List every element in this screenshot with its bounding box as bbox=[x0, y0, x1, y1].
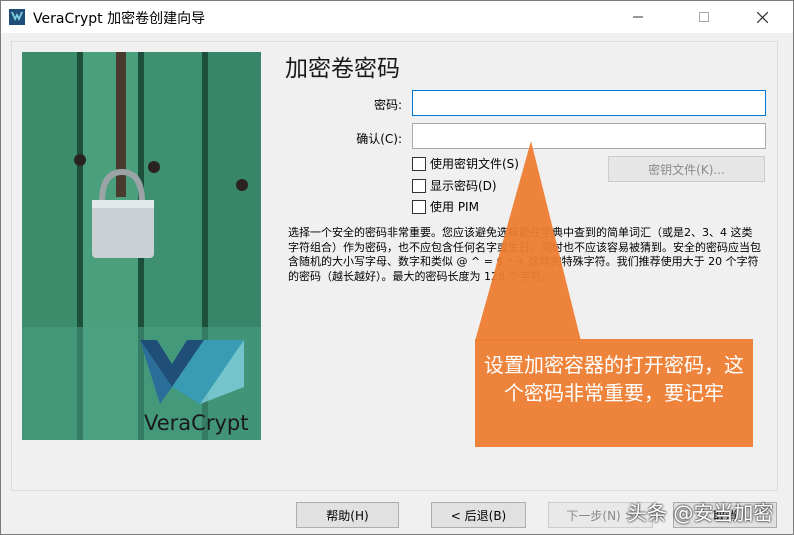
page-title: 加密卷密码 bbox=[285, 56, 400, 82]
veracrypt-logo-text: VeraCrypt bbox=[144, 411, 248, 435]
maximize-button[interactable] bbox=[681, 1, 727, 33]
keyfiles-button[interactable]: 密钥文件(K)... bbox=[608, 156, 765, 182]
maximize-icon bbox=[699, 12, 709, 22]
show-password-label: 显示密码(D) bbox=[430, 179, 497, 193]
wizard-side-image: VeraCrypt bbox=[22, 52, 261, 440]
watermark: 头条 @安当加密 bbox=[627, 501, 774, 525]
title-bar[interactable]: VeraCrypt 加密卷创建向导 bbox=[1, 1, 793, 33]
show-password-checkbox[interactable] bbox=[412, 178, 426, 193]
help-button[interactable]: 帮助(H) bbox=[296, 502, 399, 528]
close-icon bbox=[756, 11, 768, 23]
wizard-window: VeraCrypt 加密卷创建向导 VeraCrypt 加密卷密码 密码: 确认… bbox=[0, 0, 794, 535]
confirm-password-input[interactable] bbox=[412, 123, 766, 149]
use-pim-checkbox[interactable] bbox=[412, 199, 426, 214]
use-keyfiles-checkbox[interactable] bbox=[412, 156, 426, 171]
password-input[interactable] bbox=[412, 90, 766, 116]
green-door-padlock-image: VeraCrypt bbox=[22, 52, 261, 440]
password-guidance-text: 选择一个安全的密码非常重要。您应该避免选择能在字典中查到的简单词汇（或是2、3、… bbox=[288, 226, 761, 283]
veracrypt-app-icon bbox=[9, 9, 25, 25]
use-pim-label: 使用 PIM bbox=[430, 200, 479, 214]
minimize-icon bbox=[633, 16, 643, 18]
use-pim-checkbox-row[interactable]: 使用 PIM bbox=[412, 198, 479, 215]
callout-text: 设置加密容器的打开密码，这个密码非常重要，要记牢 bbox=[484, 353, 744, 405]
close-button[interactable] bbox=[739, 1, 785, 33]
use-keyfiles-label: 使用密钥文件(S) bbox=[430, 157, 519, 171]
use-keyfiles-checkbox-row[interactable]: 使用密钥文件(S) bbox=[412, 155, 519, 172]
confirm-label: 确认(C): bbox=[356, 132, 402, 146]
minimize-button[interactable] bbox=[615, 1, 661, 33]
window-title: VeraCrypt 加密卷创建向导 bbox=[33, 11, 206, 27]
password-label: 密码: bbox=[373, 98, 402, 112]
back-button[interactable]: < 后退(B) bbox=[431, 502, 526, 528]
show-password-checkbox-row[interactable]: 显示密码(D) bbox=[412, 177, 497, 194]
